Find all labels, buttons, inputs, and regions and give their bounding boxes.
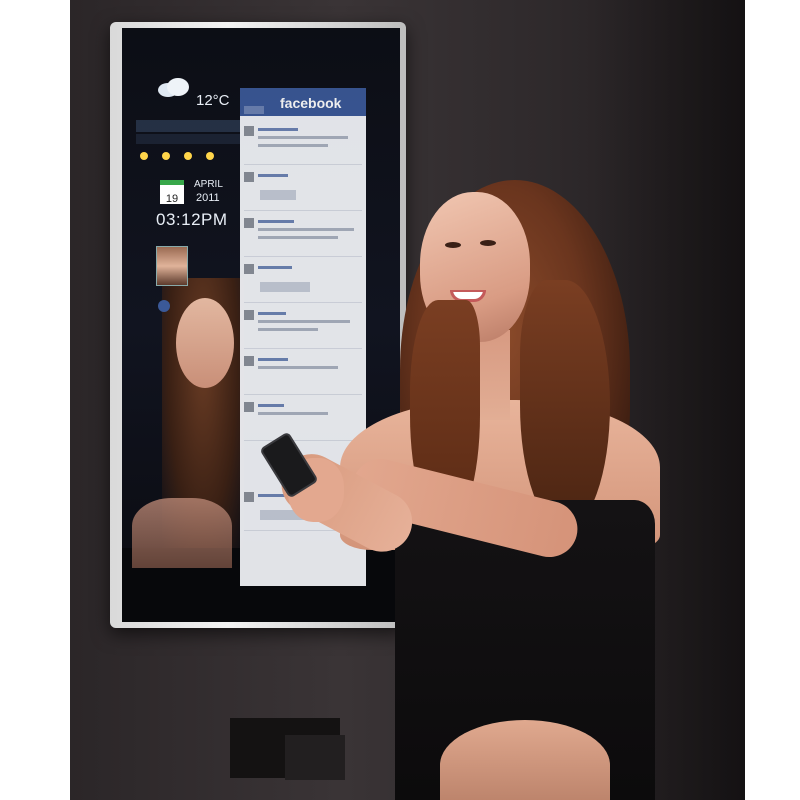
feed-post <box>244 306 362 349</box>
avatar <box>244 218 254 228</box>
feed-post <box>244 122 362 165</box>
woman-hair-strand <box>520 280 610 530</box>
weather-row <box>136 134 240 144</box>
feed-post <box>244 398 362 441</box>
eye <box>480 240 496 246</box>
reflection-shoulder <box>132 498 232 568</box>
calendar-icon: 19 <box>160 180 184 205</box>
facebook-tab <box>244 106 264 114</box>
avatar <box>244 172 254 182</box>
facebook-logo: facebook <box>280 95 342 111</box>
avatar <box>244 492 254 502</box>
avatar <box>244 356 254 366</box>
profile-photo <box>156 246 188 286</box>
avatar <box>244 126 254 136</box>
cloud-icon <box>158 78 189 97</box>
widget-column: 12°C 19 APRIL 2011 03:12PM <box>130 68 240 368</box>
faucet <box>285 735 345 780</box>
sun-icon <box>162 152 170 160</box>
feed-post <box>244 168 362 211</box>
avatar <box>244 264 254 274</box>
feed-post <box>244 260 362 303</box>
woman-knee <box>440 720 610 800</box>
post-image <box>260 282 310 292</box>
weather-row <box>136 120 240 132</box>
clock-time: 03:12PM <box>156 210 228 229</box>
calendar-month: APRIL <box>194 179 223 190</box>
photo-scene: 12°C 19 APRIL 2011 03:12PM facebook <box>0 0 800 800</box>
temperature: 12°C <box>196 92 230 109</box>
post-image <box>260 190 296 200</box>
feed-post <box>244 352 362 395</box>
sun-icon <box>140 152 148 160</box>
facebook-header: facebook <box>240 88 366 116</box>
sun-icon <box>184 152 192 160</box>
eye <box>445 242 461 248</box>
feed-post <box>244 214 362 257</box>
avatar <box>244 310 254 320</box>
facebook-icon <box>158 300 170 312</box>
avatar <box>244 402 254 412</box>
sun-icon <box>206 152 214 160</box>
calendar-year: 2011 <box>196 192 220 204</box>
